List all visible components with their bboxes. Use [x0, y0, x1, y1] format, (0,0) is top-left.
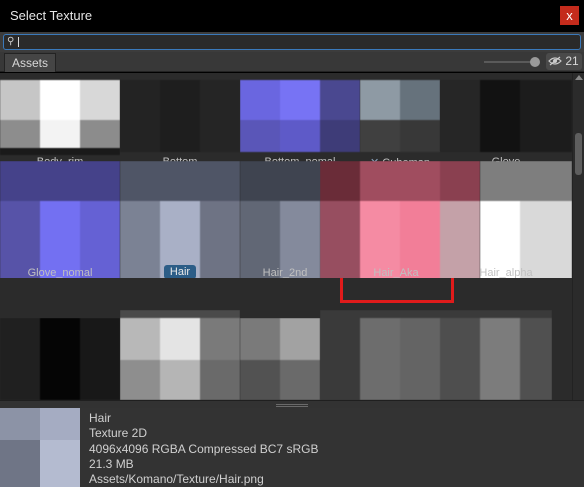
window-title: Select Texture: [10, 8, 93, 23]
item-count: 21: [565, 54, 579, 68]
asset-item-body-rim[interactable]: Body_rim: [0, 73, 120, 173]
texture-thumbnail[interactable]: [120, 80, 240, 152]
texture-thumbnail[interactable]: [240, 80, 360, 152]
texture-thumbnail[interactable]: [320, 161, 480, 278]
asset-label: Hair_alpha: [480, 267, 533, 278]
texture-thumbnail[interactable]: [0, 80, 120, 155]
annotation-highlight-box: [340, 278, 454, 303]
search-icon: ⚲: [7, 36, 15, 47]
tab-assets[interactable]: Assets: [4, 53, 57, 72]
visibility-count-toggle[interactable]: 21: [546, 53, 582, 70]
close-button[interactable]: x: [560, 6, 579, 25]
asset-name: Hair: [89, 411, 112, 425]
close-icon[interactable]: x: [566, 8, 573, 23]
eye-icon: [548, 54, 565, 68]
texture-thumbnail[interactable]: [360, 80, 440, 152]
asset-item[interactable]: [0, 318, 120, 400]
scroll-up-icon[interactable]: [575, 75, 583, 80]
selected-asset-label: Hair: [163, 265, 197, 278]
text-caret: [18, 37, 19, 47]
texture-thumbnail[interactable]: [0, 318, 120, 400]
search-input[interactable]: ⚲: [3, 34, 581, 50]
asset-item-bottom[interactable]: Bottom: [120, 73, 240, 173]
asset-item-hair[interactable]: Hair: [120, 161, 240, 278]
asset-format: 4096x4096 RGBA Compressed BC7 sRGB: [89, 441, 319, 456]
preview-splitter[interactable]: [0, 400, 584, 408]
asset-grid[interactable]: Body_rim Bottom Bottom_nomal ✕ Cu: [0, 73, 572, 400]
texture-thumbnail[interactable]: [120, 161, 240, 278]
asset-item[interactable]: [120, 310, 240, 400]
search-toolbar: ⚲: [0, 32, 584, 52]
asset-size: 21.3 MB: [89, 456, 134, 471]
asset-item-hair-alpha[interactable]: Hair_alpha: [480, 161, 572, 278]
texture-thumbnail[interactable]: [440, 80, 572, 152]
tab-row: Assets 21: [0, 52, 584, 72]
asset-item-glove[interactable]: Glove: [440, 73, 572, 173]
preview-panel: Hair Texture 2D 4096x4096 RGBA Compresse…: [0, 408, 584, 487]
asset-label: Hair_Aka: [373, 267, 419, 278]
asset-info: Hair Texture 2D 4096x4096 RGBA Compresse…: [89, 411, 318, 487]
grid-scrollbar[interactable]: [572, 73, 584, 400]
asset-item[interactable]: [320, 310, 552, 400]
asset-label: Glove_nomal: [27, 267, 93, 278]
asset-item-bottom-nomal[interactable]: Bottom_nomal: [240, 73, 360, 173]
asset-item-cubemap[interactable]: ✕ Cubemap: [360, 73, 440, 173]
thumbnail-size-slider[interactable]: [484, 61, 536, 63]
texture-thumbnail[interactable]: [0, 161, 120, 278]
asset-type: Texture 2D: [89, 426, 148, 441]
asset-item-hair-aka[interactable]: Hair_Aka: [320, 161, 480, 278]
scrollbar-thumb[interactable]: [575, 133, 582, 175]
title-bar: Select Texture x: [0, 0, 584, 32]
texture-thumbnail[interactable]: [320, 310, 552, 400]
asset-label: Hair: [120, 265, 240, 278]
preview-thumbnail: [0, 408, 80, 487]
texture-thumbnail[interactable]: [480, 161, 572, 278]
slider-handle[interactable]: [530, 57, 540, 67]
asset-path: Assets/Komano/Texture/Hair.png: [89, 472, 264, 487]
texture-thumbnail[interactable]: [120, 310, 240, 400]
asset-item-glove-nomal[interactable]: Glove_nomal: [0, 161, 120, 278]
splitter-grip-icon[interactable]: [276, 404, 308, 407]
